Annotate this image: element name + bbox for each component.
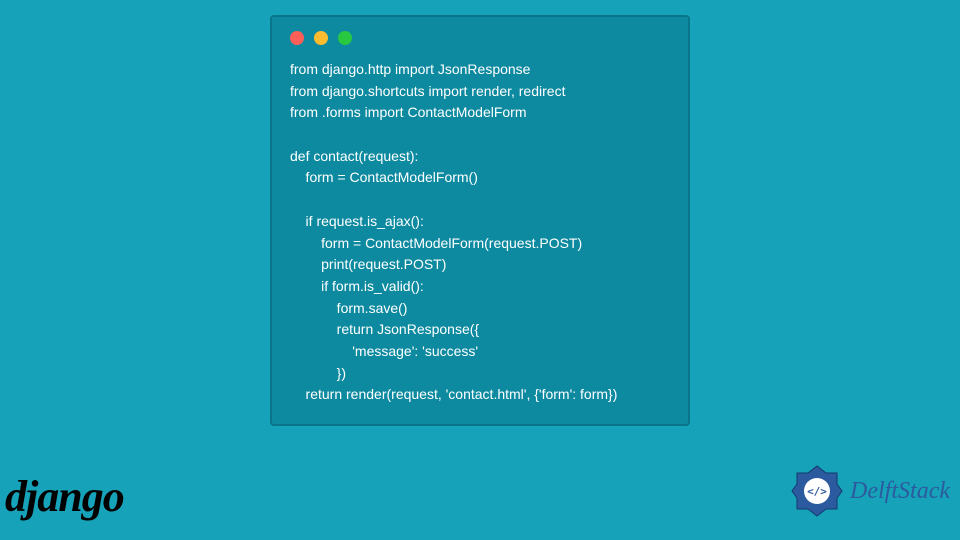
dot-close-icon: [290, 31, 304, 45]
svg-text:</>: </>: [807, 485, 827, 498]
delftstack-badge-icon: </>: [790, 464, 844, 518]
window-dots: [290, 31, 670, 45]
dot-maximize-icon: [338, 31, 352, 45]
django-logo: django: [5, 471, 124, 522]
dot-minimize-icon: [314, 31, 328, 45]
delftstack-logo: </> DelftStack: [790, 464, 950, 518]
code-card: from django.http import JsonResponse fro…: [270, 15, 690, 426]
code-block: from django.http import JsonResponse fro…: [290, 59, 670, 406]
delftstack-text: DelftStack: [850, 478, 950, 505]
